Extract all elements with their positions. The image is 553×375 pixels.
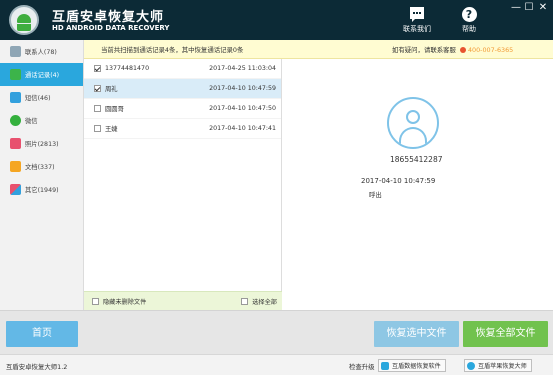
- scan-summary-text: 当前共扫描到通话记录4条，其中恢复通话记录0条: [101, 46, 244, 54]
- row-checkbox[interactable]: [94, 65, 101, 72]
- call-detail-pane: 18655412287 2017-04-10 10:47:59 呼出: [282, 59, 553, 310]
- detail-time: 2017-04-10 10:47:59: [361, 177, 436, 185]
- app-logo-icon: [9, 5, 39, 35]
- call-time: 2017-04-25 11:03:04: [209, 65, 276, 72]
- app-title: 互盾安卓恢复大师: [52, 10, 165, 25]
- row-checkbox[interactable]: [94, 85, 101, 92]
- customer-service: 如有疑问，请联系客服 400-007-6365: [392, 45, 513, 54]
- hide-undeleted-checkbox[interactable]: [92, 298, 99, 305]
- maximize-button[interactable]: ☐: [523, 2, 535, 14]
- customer-service-phone[interactable]: 400-007-6365: [468, 46, 513, 54]
- call-time: 2017-04-10 10:47:59: [209, 85, 276, 92]
- sidebar-item-label: 文档(337): [25, 164, 55, 171]
- select-all-checkbox[interactable]: [241, 298, 249, 305]
- photo-icon: [10, 138, 21, 149]
- sidebar-item-call-log[interactable]: 通话记录(4): [0, 63, 83, 86]
- data-recovery-label: 互盾数据恢复软件: [392, 363, 441, 370]
- call-contact: 周礼: [105, 86, 118, 93]
- iphone-recovery-icon: [467, 361, 475, 370]
- other-icon: [10, 184, 21, 195]
- sidebar-item-documents[interactable]: 文档(337): [0, 155, 83, 178]
- list-item[interactable]: 13774481470 2017-04-25 11:03:04: [84, 59, 281, 79]
- wechat-icon: [10, 115, 21, 126]
- sidebar-item-label: 微信: [25, 118, 38, 125]
- contacts-icon: [10, 46, 21, 57]
- contact-us-button[interactable]: 联系我们: [397, 4, 437, 36]
- data-recovery-link[interactable]: 互盾数据恢复软件: [378, 359, 446, 372]
- avatar-head-icon: [406, 110, 420, 124]
- list-footer: 隐藏未删除文件 选择全部: [84, 291, 282, 310]
- row-checkbox[interactable]: [94, 125, 101, 132]
- help-button[interactable]: ? 帮助: [449, 4, 489, 36]
- sidebar-item-label: 其它(1949): [25, 187, 59, 194]
- check-update-link[interactable]: 检查升级: [349, 362, 375, 371]
- iphone-recovery-label: 互盾苹果恢复大师: [478, 363, 527, 370]
- sidebar-item-label: 联系人(78): [25, 49, 57, 56]
- avatar-body-icon: [399, 127, 427, 147]
- list-item[interactable]: 周礼 2017-04-10 10:47:59: [84, 79, 281, 99]
- phone-icon: [10, 69, 21, 80]
- detail-call-type: 呼出: [369, 191, 382, 199]
- document-icon: [10, 161, 21, 172]
- sidebar-item-label: 短信(46): [25, 95, 51, 102]
- data-recovery-icon: [381, 361, 389, 370]
- sidebar-item-sms[interactable]: 短信(46): [0, 86, 83, 109]
- row-checkbox[interactable]: [94, 105, 101, 112]
- list-item[interactable]: 圆圆哥 2017-04-10 10:47:50: [84, 99, 281, 119]
- version-label: 互盾安卓恢复大师1.2: [6, 363, 68, 371]
- recover-all-button[interactable]: 恢复全部文件: [463, 321, 548, 347]
- iphone-recovery-link[interactable]: 互盾苹果恢复大师: [464, 359, 532, 372]
- sidebar-item-label: 照片(2813): [25, 141, 59, 148]
- home-button[interactable]: 首页: [6, 321, 78, 347]
- recover-selected-button[interactable]: 恢复选中文件: [374, 321, 459, 347]
- call-contact: 圆圆哥: [105, 106, 124, 113]
- status-bar: 互盾安卓恢复大师1.2 检查升级 互盾数据恢复软件 互盾苹果恢复大师: [0, 354, 553, 375]
- sidebar: 联系人(78) 通话记录(4) 短信(46) 微信 照片(2813) 文档(33…: [0, 40, 84, 310]
- customer-service-text: 如有疑问，请联系客服: [392, 46, 456, 54]
- close-button[interactable]: ✕: [537, 2, 549, 14]
- call-time: 2017-04-10 10:47:41: [209, 125, 276, 132]
- select-all-label: 选择全部: [252, 299, 277, 306]
- call-contact: 13774481470: [105, 65, 150, 72]
- sidebar-item-other[interactable]: 其它(1949): [0, 178, 83, 201]
- list-item[interactable]: 王婕 2017-04-10 10:47:41: [84, 119, 281, 139]
- action-bar: 首页 恢复选中文件 恢复全部文件: [0, 310, 553, 354]
- app-subtitle: HD ANDROID DATA RECOVERY: [52, 24, 170, 32]
- minimize-button[interactable]: —: [510, 2, 522, 14]
- avatar: [387, 97, 439, 149]
- call-contact: 王婕: [105, 126, 118, 133]
- sidebar-item-photos[interactable]: 照片(2813): [0, 132, 83, 155]
- chat-icon: [397, 4, 437, 22]
- scan-summary-banner: 当前共扫描到通话记录4条，其中恢复通话记录0条 如有疑问，请联系客服 400-0…: [84, 40, 553, 59]
- help-icon: ?: [449, 4, 489, 22]
- sidebar-item-label: 通话记录(4): [25, 72, 60, 79]
- call-time: 2017-04-10 10:47:50: [209, 105, 276, 112]
- customer-service-icon: [459, 47, 466, 53]
- sidebar-item-wechat[interactable]: 微信: [0, 109, 83, 132]
- hide-undeleted-label: 隐藏未删除文件: [103, 299, 147, 306]
- contact-us-label: 联系我们: [403, 25, 431, 33]
- sms-icon: [10, 92, 21, 103]
- sidebar-item-contacts[interactable]: 联系人(78): [0, 40, 83, 63]
- detail-phone: 18655412287: [390, 155, 443, 164]
- title-bar: 互盾安卓恢复大师 HD ANDROID DATA RECOVERY 联系我们 ?…: [0, 0, 553, 40]
- call-log-list: 13774481470 2017-04-25 11:03:04 周礼 2017-…: [84, 59, 282, 291]
- help-label: 帮助: [462, 25, 476, 33]
